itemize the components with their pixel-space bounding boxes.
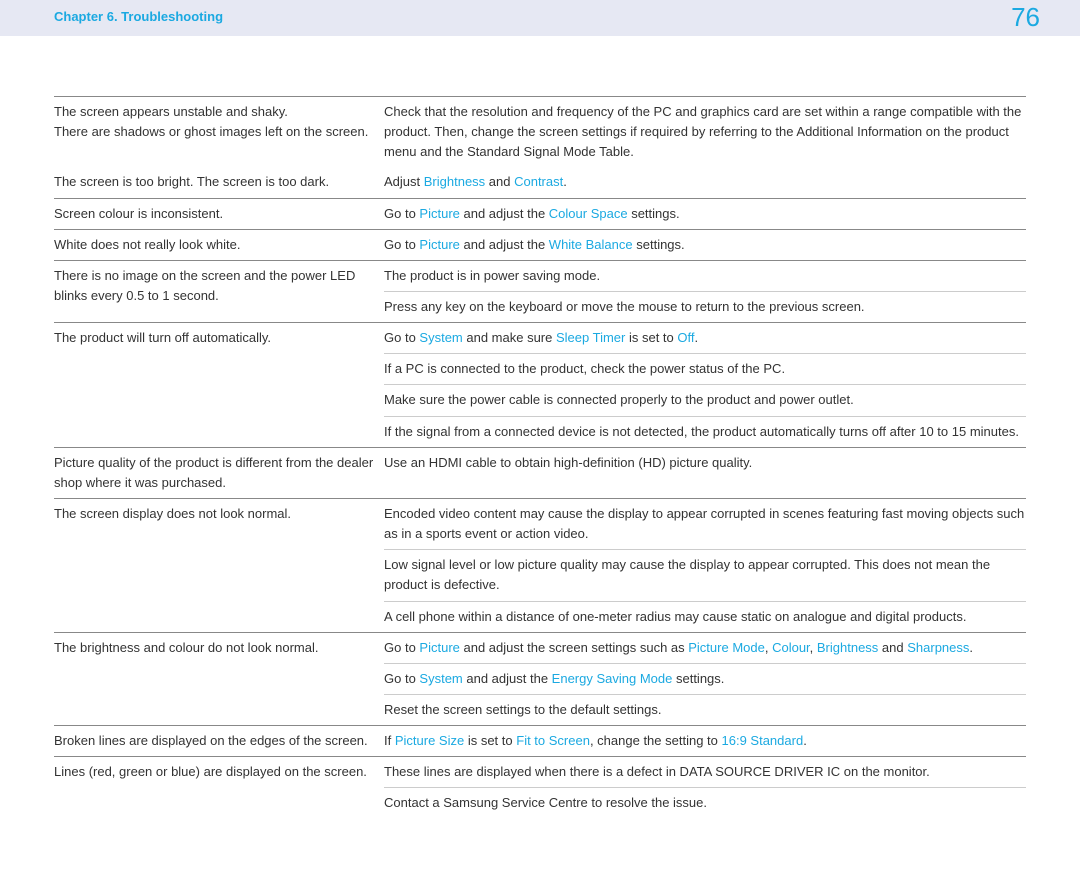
solution-text: Adjust [384, 174, 424, 189]
solution-cell: If Picture Size is set to Fit to Screen,… [384, 731, 1026, 751]
solution-cell: The product is in power saving mode. Pre… [384, 261, 1026, 322]
link-picture: Picture [419, 206, 459, 221]
issue-cell: The screen appears unstable and shaky. T… [54, 102, 384, 162]
solution-cell: Check that the resolution and frequency … [384, 102, 1026, 162]
solution-cell: Use an HDMI cable to obtain high-definit… [384, 453, 1026, 493]
issue-cell: Broken lines are displayed on the edges … [54, 731, 384, 751]
link-brightness: Brightness [424, 174, 485, 189]
link-energy-saving-mode: Energy Saving Mode [552, 671, 673, 686]
issue-cell: The brightness and colour do not look no… [54, 633, 384, 725]
solution-text: settings. [633, 237, 685, 252]
solution-text: The product is in power saving mode. [384, 261, 1026, 292]
link-picture: Picture [419, 640, 459, 655]
solution-text: Make sure the power cable is connected p… [384, 385, 1026, 416]
solution-text: Contact a Samsung Service Centre to reso… [384, 788, 1026, 818]
solution-text: Low signal level or low picture quality … [384, 550, 1026, 601]
link-white-balance: White Balance [549, 237, 633, 252]
issue-cell: The screen is too bright. The screen is … [54, 172, 384, 192]
solution-text: and adjust the [460, 237, 549, 252]
link-sharpness: Sharpness [907, 640, 969, 655]
issue-text: The screen appears unstable and shaky. [54, 102, 374, 122]
link-colour-space: Colour Space [549, 206, 628, 221]
issue-cell: There is no image on the screen and the … [54, 261, 384, 322]
solution-text: Go to [384, 237, 419, 252]
link-picture-size: Picture Size [395, 733, 464, 748]
link-system: System [419, 330, 462, 345]
issue-cell: White does not really look white. [54, 235, 384, 255]
link-fit-to-screen: Fit to Screen [516, 733, 590, 748]
link-picture: Picture [419, 237, 459, 252]
chapter-title: Chapter 6. Troubleshooting [54, 9, 223, 24]
solution-text: Go to [384, 206, 419, 221]
solution-text: Go to System and make sure Sleep Timer i… [384, 323, 1026, 354]
solution-text: These lines are displayed when there is … [384, 757, 1026, 788]
link-brightness: Brightness [817, 640, 878, 655]
solution-cell: Go to System and make sure Sleep Timer i… [384, 323, 1026, 447]
solution-cell: These lines are displayed when there is … [384, 757, 1026, 818]
issue-cell: The screen display does not look normal. [54, 499, 384, 632]
link-colour: Colour [772, 640, 810, 655]
solution-text: Go to System and adjust the Energy Savin… [384, 664, 1026, 695]
solution-text: Encoded video content may cause the disp… [384, 499, 1026, 550]
link-picture-mode: Picture Mode [688, 640, 765, 655]
link-off: Off [677, 330, 694, 345]
solution-cell: Adjust Brightness and Contrast. [384, 172, 1026, 192]
issue-cell: The product will turn off automatically. [54, 323, 384, 447]
link-contrast: Contrast [514, 174, 563, 189]
page-header: Chapter 6. Troubleshooting 76 [0, 0, 1080, 36]
solution-text: and adjust the [460, 206, 549, 221]
solution-text: If the signal from a connected device is… [384, 417, 1026, 447]
solution-text: A cell phone within a distance of one-me… [384, 602, 1026, 632]
issue-cell: Lines (red, green or blue) are displayed… [54, 757, 384, 818]
link-system: System [419, 671, 462, 686]
solution-text: settings. [628, 206, 680, 221]
solution-text: . [563, 174, 567, 189]
solution-text: and [485, 174, 514, 189]
solution-text: Reset the screen settings to the default… [384, 695, 1026, 725]
solution-text: Press any key on the keyboard or move th… [384, 292, 1026, 322]
link-16-9-standard: 16:9 Standard [722, 733, 804, 748]
solution-text: Go to Picture and adjust the screen sett… [384, 633, 1026, 664]
issue-cell: Screen colour is inconsistent. [54, 204, 384, 224]
issue-cell: Picture quality of the product is differ… [54, 453, 384, 493]
solution-cell: Go to Picture and adjust the screen sett… [384, 633, 1026, 725]
solution-text: If a PC is connected to the product, che… [384, 354, 1026, 385]
solution-cell: Go to Picture and adjust the White Balan… [384, 235, 1026, 255]
solution-cell: Encoded video content may cause the disp… [384, 499, 1026, 632]
issue-text: There are shadows or ghost images left o… [54, 122, 374, 142]
solution-cell: Go to Picture and adjust the Colour Spac… [384, 204, 1026, 224]
page-number: 76 [1011, 2, 1040, 33]
link-sleep-timer: Sleep Timer [556, 330, 625, 345]
troubleshooting-table: The screen appears unstable and shaky. T… [0, 36, 1080, 879]
